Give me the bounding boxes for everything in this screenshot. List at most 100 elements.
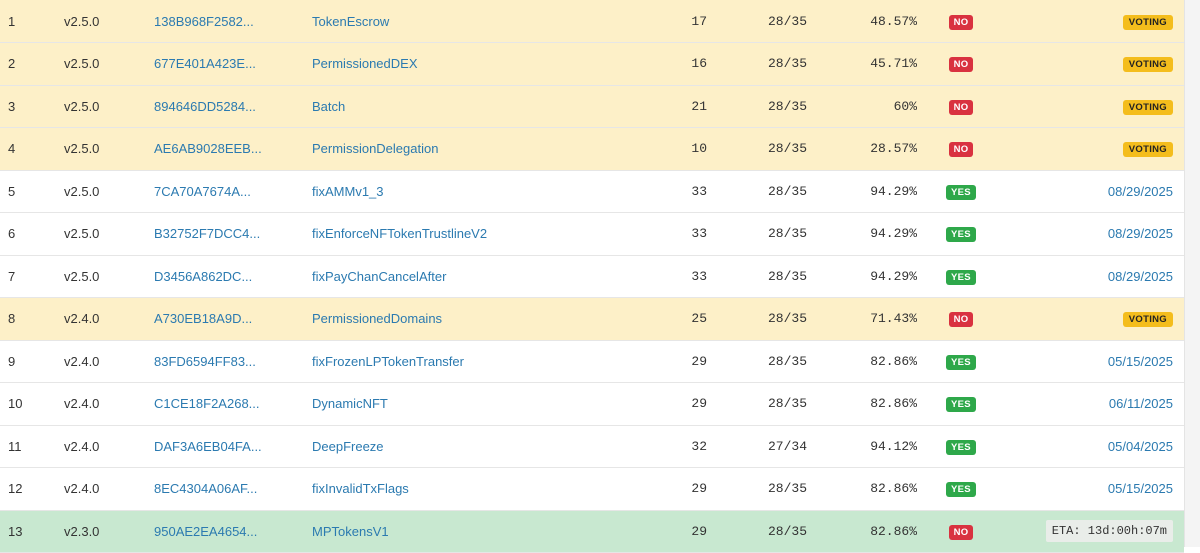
enabled-date: 08/29/2025 xyxy=(1107,226,1173,242)
row-number: 10 xyxy=(8,396,23,412)
amendment-hash-link[interactable]: 83FD6594FF83... xyxy=(154,354,256,369)
amendment-hash-link[interactable]: C1CE18F2A268... xyxy=(154,396,260,411)
amendment-hash-link[interactable]: 7CA70A7674A... xyxy=(154,184,251,199)
version-cell: v2.5.0 xyxy=(64,56,100,72)
row-number: 11 xyxy=(8,438,22,454)
amendment-hash-link[interactable]: 677E401A423E... xyxy=(154,56,256,71)
status-badge-voting: VOTING xyxy=(1122,312,1173,328)
vote-count: 29 xyxy=(691,396,707,412)
amendment-hash-link[interactable]: A730EB18A9D... xyxy=(154,311,252,326)
amendment-name-link[interactable]: fixAMMv1_3 xyxy=(312,184,384,199)
vote-count: 21 xyxy=(691,98,707,114)
consensus-percent: 48.57% xyxy=(870,13,917,29)
consensus-percent: 82.86% xyxy=(870,353,917,369)
amendment-name-link[interactable]: PermissionDelegation xyxy=(312,141,438,156)
amendment-hash-link[interactable]: DAF3A6EB04FA... xyxy=(154,439,262,454)
amendments-table: 1 v2.5.0 138B968F2582... TokenEscrow 17 28/35… xyxy=(0,0,1184,553)
amendment-name-link[interactable]: PermissionedDEX xyxy=(312,56,418,71)
amendment-hash-link[interactable]: D3456A862DC... xyxy=(154,269,252,284)
consensus-percent: 94.29% xyxy=(870,226,917,242)
amendment-name-link[interactable]: MPTokensV1 xyxy=(312,524,389,539)
version-cell: v2.3.0 xyxy=(64,523,100,539)
vote-count: 10 xyxy=(691,141,707,157)
version-cell: v2.5.0 xyxy=(64,141,100,157)
table-row: 6 v2.5.0 B32752F7DCC4... fixEnforceNFTokenT… xyxy=(0,213,1184,255)
version-cell: v2.4.0 xyxy=(64,353,100,369)
table-row: 9 v2.4.0 83FD6594FF83... fixFrozenLPTokenTr… xyxy=(0,340,1184,383)
amendment-name-link[interactable]: fixInvalidTxFlags xyxy=(312,481,409,496)
threshold: 28/35 xyxy=(767,396,807,412)
majority-badge: NO xyxy=(948,57,974,73)
threshold: 28/35 xyxy=(767,141,807,157)
amendment-hash-link[interactable]: B32752F7DCC4... xyxy=(154,226,260,241)
vote-count: 16 xyxy=(691,56,707,72)
threshold: 27/34 xyxy=(767,438,807,454)
threshold: 28/35 xyxy=(767,98,807,114)
amendments-view: 1 v2.5.0 138B968F2582... TokenEscrow 17 28/35… xyxy=(0,0,1200,553)
version-cell: v2.5.0 xyxy=(64,13,100,29)
vote-count: 29 xyxy=(691,353,707,369)
table-row: 2 v2.5.0 677E401A423E... PermissionedDEX 16 2… xyxy=(0,42,1184,85)
consensus-percent: 94.29% xyxy=(870,183,917,199)
row-number: 2 xyxy=(8,56,16,72)
table-row: 5 v2.5.0 7CA70A7674A... fixAMMv1_3 33 28/35 94… xyxy=(0,170,1184,213)
status-badge-voting: VOTING xyxy=(1122,99,1173,115)
amendments-table-body: 1 v2.5.0 138B968F2582... TokenEscrow 17 28/35… xyxy=(0,0,1184,553)
table-row: 4 v2.5.0 AE6AB9028EEB... PermissionDelegati… xyxy=(0,127,1184,170)
consensus-percent: 94.29% xyxy=(870,268,917,284)
amendment-hash-link[interactable]: 138B968F2582... xyxy=(154,14,254,29)
amendment-name-link[interactable]: PermissionedDomains xyxy=(312,311,442,326)
threshold: 28/35 xyxy=(767,13,807,29)
status-badge-voting: VOTING xyxy=(1122,57,1173,73)
version-cell: v2.4.0 xyxy=(64,396,100,412)
majority-badge: NO xyxy=(948,312,974,328)
table-row: 11 v2.4.0 DAF3A6EB04FA... DeepFreeze 32 27/34… xyxy=(0,425,1184,468)
majority-badge: YES xyxy=(946,269,976,285)
row-number: 7 xyxy=(8,268,16,284)
vote-count: 29 xyxy=(691,481,707,497)
vertical-scrollbar[interactable] xyxy=(1184,0,1200,547)
version-cell: v2.5.0 xyxy=(64,268,100,284)
version-cell: v2.5.0 xyxy=(64,183,100,199)
version-cell: v2.4.0 xyxy=(64,481,100,497)
amendment-hash-link[interactable]: 8EC4304A06AF... xyxy=(154,481,257,496)
table-row: 13 v2.3.0 950AE2EA4654... MPTokensV1 29 28/35… xyxy=(0,510,1184,553)
version-cell: v2.4.0 xyxy=(64,438,100,454)
majority-badge: YES xyxy=(946,184,976,200)
consensus-percent: 60% xyxy=(893,98,917,114)
vote-count: 33 xyxy=(691,268,707,284)
threshold: 28/35 xyxy=(767,353,807,369)
majority-badge: YES xyxy=(946,439,976,455)
row-number: 9 xyxy=(8,353,16,369)
amendment-name-link[interactable]: DeepFreeze xyxy=(312,439,384,454)
amendment-name-link[interactable]: TokenEscrow xyxy=(312,14,389,29)
amendment-name-link[interactable]: fixFrozenLPTokenTransfer xyxy=(312,354,464,369)
amendment-name-link[interactable]: Batch xyxy=(312,99,345,114)
table-row: 10 v2.4.0 C1CE18F2A268... DynamicNFT 29 28/35… xyxy=(0,383,1184,425)
row-number: 13 xyxy=(8,523,23,539)
majority-badge: YES xyxy=(946,227,976,243)
consensus-percent: 28.57% xyxy=(870,141,917,157)
consensus-percent: 82.86% xyxy=(870,481,917,497)
amendment-name-link[interactable]: fixPayChanCancelAfter xyxy=(312,269,446,284)
threshold: 28/35 xyxy=(767,183,807,199)
consensus-percent: 45.71% xyxy=(870,56,917,72)
version-cell: v2.4.0 xyxy=(64,311,100,327)
threshold: 28/35 xyxy=(767,268,807,284)
majority-badge: YES xyxy=(946,354,976,370)
amendment-name-link[interactable]: DynamicNFT xyxy=(312,396,388,411)
threshold: 28/35 xyxy=(767,226,807,242)
row-number: 8 xyxy=(8,311,16,327)
majority-badge: NO xyxy=(948,99,974,115)
amendment-hash-link[interactable]: AE6AB9028EEB... xyxy=(154,141,262,156)
majority-badge: NO xyxy=(948,142,974,158)
amendment-hash-link[interactable]: 894646DD5284... xyxy=(154,99,256,114)
amendment-name-link[interactable]: fixEnforceNFTokenTrustlineV2 xyxy=(312,226,487,241)
amendment-hash-link[interactable]: 950AE2EA4654... xyxy=(154,524,257,539)
enabled-date: 05/04/2025 xyxy=(1107,438,1173,454)
majority-badge: YES xyxy=(946,482,976,498)
enabled-date: 08/29/2025 xyxy=(1107,268,1173,284)
vote-count: 17 xyxy=(691,13,707,29)
majority-badge: NO xyxy=(948,14,974,30)
vote-count: 33 xyxy=(691,183,707,199)
